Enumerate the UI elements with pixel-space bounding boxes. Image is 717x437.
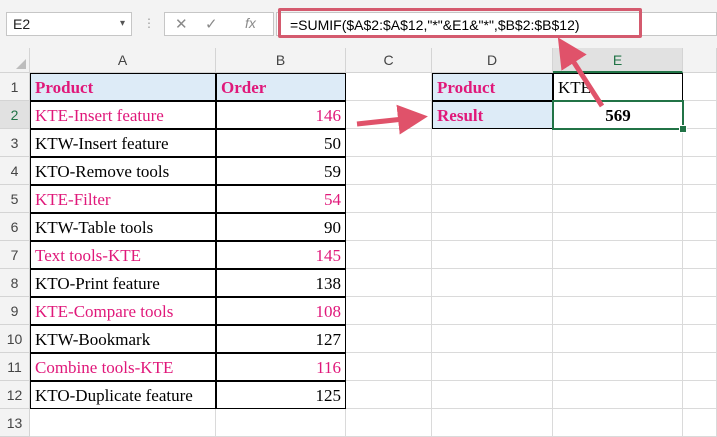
arrow-to-formula <box>557 37 605 108</box>
annotation-arrows <box>356 37 605 135</box>
arrow-to-result <box>356 104 428 135</box>
